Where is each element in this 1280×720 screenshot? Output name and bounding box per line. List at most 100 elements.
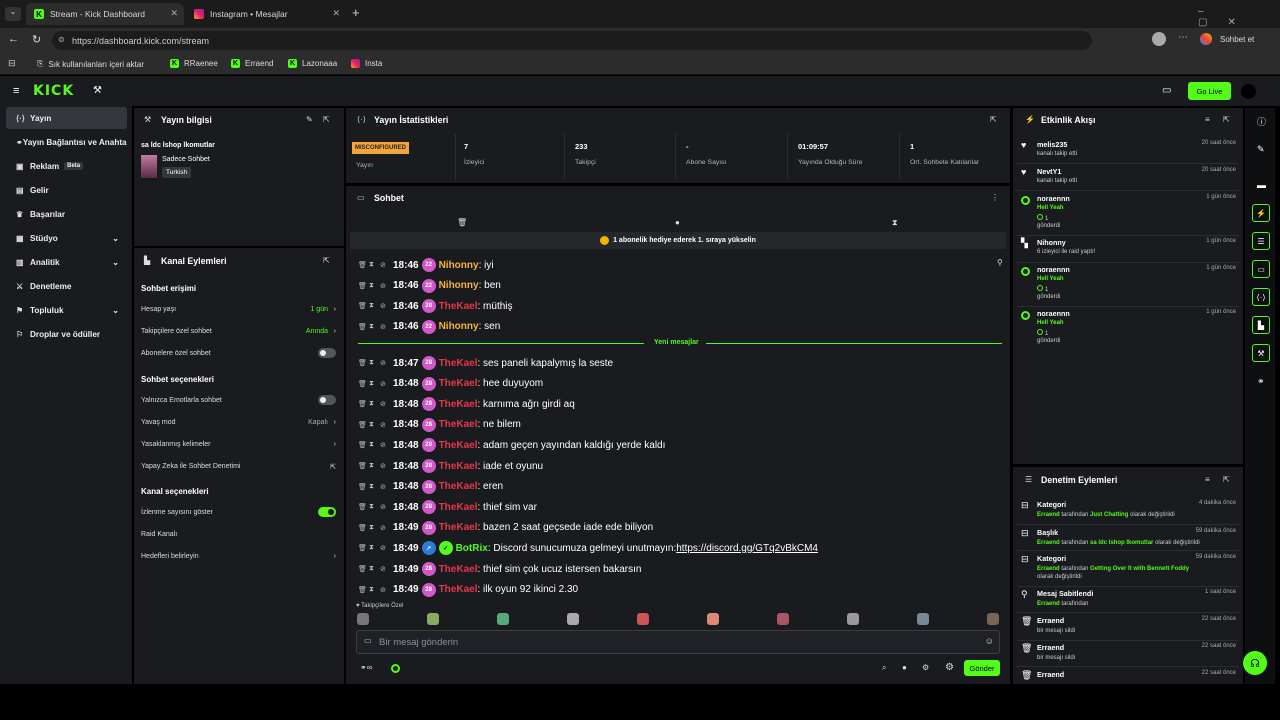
followers-only-row[interactable]: Takipçilere özel sohbet Anında › — [141, 328, 336, 335]
chat-toggle-button[interactable]: ▭ — [1252, 260, 1270, 278]
chat-button[interactable]: Sohbet et — [1220, 35, 1254, 44]
screen-icon[interactable]: ▭ — [1162, 85, 1171, 96]
ban-icon[interactable]: ⊘ — [380, 302, 391, 310]
trash-icon[interactable]: 🗑 — [358, 462, 369, 470]
hourglass-icon[interactable]: ⧗ — [369, 323, 380, 331]
ban-icon[interactable]: ⊘ — [380, 524, 391, 532]
hourglass-icon[interactable]: ⧗ — [369, 380, 380, 388]
trash-icon[interactable]: 🗑 — [358, 586, 369, 594]
tab-list-chevron-icon[interactable]: ⌄ — [5, 7, 21, 21]
gear-icon[interactable]: ⚙ — [922, 663, 929, 672]
emote-icon[interactable] — [637, 613, 649, 625]
trash-icon[interactable]: 🗑 — [358, 323, 369, 331]
hourglass-icon[interactable]: ⧗ — [369, 302, 380, 310]
close-icon[interactable]: ✕ — [332, 8, 340, 19]
more-icon[interactable]: ⋯ — [1178, 32, 1188, 43]
chat-username[interactable]: TheKael — [439, 399, 478, 410]
info-icon[interactable]: ⓘ — [1257, 115, 1266, 128]
ban-icon[interactable]: ⊘ — [380, 462, 391, 470]
chat-username[interactable]: TheKael — [439, 481, 478, 492]
sidebar-item-denetleme[interactable]: ⚔ Denetleme — [6, 275, 127, 297]
filter-icon[interactable]: ≡ — [1205, 475, 1210, 484]
search-icon[interactable]: ⌕ — [882, 663, 886, 673]
ban-icon[interactable]: ⊘ — [380, 282, 391, 290]
emote-icon[interactable] — [707, 613, 719, 625]
chat-username[interactable]: BotRix — [456, 543, 488, 554]
pin-icon[interactable]: ⚲ — [997, 258, 1003, 267]
chat-input[interactable]: ▭ Bir mesaj gönderin ☺ — [356, 630, 1000, 654]
new-tab-plus-icon[interactable]: + — [352, 5, 360, 20]
site-info-icon[interactable]: ⊜ — [58, 35, 65, 44]
trash-icon[interactable]: 🗑 — [358, 421, 369, 429]
edit-icon[interactable]: ✎ — [1257, 144, 1265, 155]
chat-username[interactable]: TheKael — [439, 522, 478, 533]
url-field[interactable]: ⊜ https://dashboard.kick.com/stream — [52, 31, 1092, 50]
hourglass-icon[interactable]: ⧗ — [369, 483, 380, 491]
more-vertical-icon[interactable]: ⋮ — [991, 193, 999, 202]
hourglass-icon[interactable]: ⧗ — [892, 218, 898, 228]
chat-username[interactable]: TheKael — [439, 564, 478, 575]
chat-username[interactable]: TheKael — [439, 440, 478, 451]
sidebar-item-reklam[interactable]: ▣ Reklam Beta — [6, 155, 127, 177]
chat-bubble-icon[interactable]: ● — [902, 663, 907, 672]
support-button[interactable]: ☊ — [1243, 651, 1267, 675]
close-icon[interactable]: ✕ — [170, 8, 178, 19]
connections-icon[interactable]: ⚭ — [1257, 376, 1265, 387]
ban-icon[interactable]: ⊘ — [380, 441, 391, 449]
emote-icon[interactable] — [357, 613, 369, 625]
emote-icon[interactable] — [567, 613, 579, 625]
show-viewcount-toggle[interactable] — [318, 507, 336, 517]
chat-username[interactable]: TheKael — [439, 419, 478, 430]
sidebar-item-studyo[interactable]: ▦ Stüdyo ⌄ — [6, 227, 127, 249]
emote-icon[interactable] — [987, 613, 999, 625]
emote-icon[interactable] — [847, 613, 859, 625]
popout-icon[interactable]: ⇱ — [323, 256, 330, 265]
tab-instagram[interactable]: Instagram • Mesajlar ✕ — [186, 3, 346, 25]
chat-username[interactable]: TheKael — [439, 502, 478, 513]
hourglass-icon[interactable]: ⧗ — [369, 586, 380, 594]
emote-icon[interactable] — [427, 613, 439, 625]
emote-icon[interactable] — [777, 613, 789, 625]
edit-icon[interactable]: ✎ — [306, 115, 313, 124]
gift-banner[interactable]: 1 abonelik hediye ederek 1. sıraya yükse… — [350, 232, 1006, 249]
channel-toggle-button[interactable]: ▙ — [1252, 316, 1270, 334]
trash-icon[interactable]: 🗑 — [358, 282, 369, 290]
chat-username[interactable]: TheKael — [439, 461, 478, 472]
bookmark-rraenee[interactable]: K RRaenee — [170, 59, 218, 68]
ban-icon[interactable]: ⊘ — [380, 503, 391, 511]
ban-icon[interactable]: ⊘ — [380, 586, 391, 594]
connections-icon[interactable]: ⚭∞ — [360, 663, 372, 672]
trash-icon[interactable]: 🗑 — [358, 261, 369, 269]
bookmark-import[interactable]: ⎘ Sık kullanılanları içeri aktar — [37, 59, 144, 69]
trash-icon[interactable]: 🗑 — [358, 359, 369, 367]
set-goals-row[interactable]: Hedefleri belirleyin › — [141, 553, 336, 560]
go-live-button[interactable]: Go Live — [1188, 82, 1231, 100]
avatar[interactable] — [1241, 84, 1256, 99]
chat-username[interactable]: Nihonny — [439, 321, 479, 332]
activity-event[interactable]: noraennn 1 gün önce Hell Yeah 1 gönderdi — [1021, 265, 1236, 300]
profile-avatar[interactable] — [1152, 32, 1166, 46]
popout-icon[interactable]: ⇱ — [1223, 115, 1230, 124]
chat-username[interactable]: TheKael — [439, 301, 478, 312]
popout-icon[interactable]: ⇱ — [323, 115, 330, 124]
settings-icon[interactable]: ⚙ — [945, 662, 954, 673]
slow-mode-row[interactable]: Yavaş mod Kapalı › — [141, 419, 336, 426]
activity-event[interactable]: ▚ Nihonny 1 gün önce 6 izleyici ile raid ya… — [1021, 238, 1236, 264]
activity-event[interactable]: noraennn 1 gün önce Hell Yeah 1 gönderdi — [1021, 194, 1236, 229]
trash-icon[interactable]: 🗑 — [358, 441, 369, 449]
chat-username[interactable]: TheKael — [439, 584, 478, 595]
chat-username[interactable]: Nihonny — [439, 280, 479, 291]
hourglass-icon[interactable]: ⧗ — [369, 261, 380, 269]
emoji-icon[interactable]: ☺ — [985, 636, 994, 646]
emote-only-toggle[interactable] — [318, 395, 336, 405]
ban-icon[interactable]: ⊘ — [380, 544, 391, 552]
banned-words-row[interactable]: Yasaklanmış kelimeler › — [141, 441, 336, 448]
window-controls[interactable]: –▢✕ — [1198, 6, 1280, 28]
subscribers-only-toggle[interactable] — [318, 348, 336, 358]
stats-icon[interactable]: ▬ — [1257, 180, 1266, 190]
ban-icon[interactable]: ⊘ — [380, 380, 391, 388]
ban-icon[interactable]: ⊘ — [380, 483, 391, 491]
trash-icon[interactable]: 🗑 — [358, 503, 369, 511]
ban-icon[interactable]: ⊘ — [380, 323, 391, 331]
reload-icon[interactable]: ↻ — [32, 33, 41, 46]
